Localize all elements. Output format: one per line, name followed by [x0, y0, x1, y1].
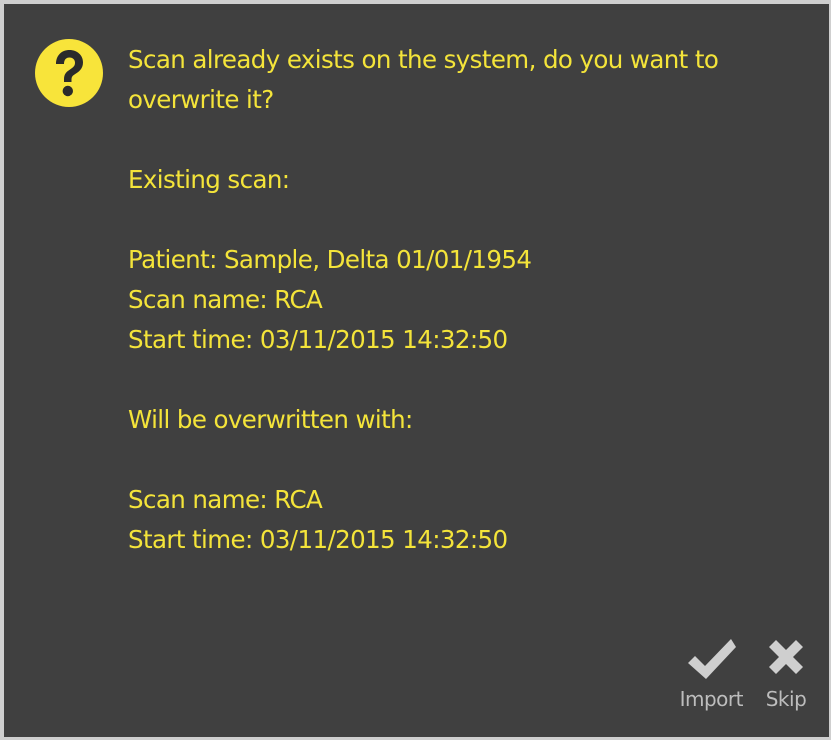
existing-patient: Patient: Sample, Delta 01/01/1954: [128, 245, 532, 274]
new-scan-name: Scan name: RCA: [128, 485, 323, 514]
message-title-line-2: overwrite it?: [128, 85, 274, 114]
skip-label: Skip: [765, 687, 807, 711]
import-label: Import: [679, 687, 744, 711]
overwrite-scan-dialog: Scan already exists on the system, do yo…: [0, 0, 831, 740]
checkmark-icon: [685, 637, 737, 681]
close-icon: [763, 637, 809, 681]
message-title-line-1: Scan already exists on the system, do yo…: [128, 45, 719, 74]
existing-scan-name: Scan name: RCA: [128, 285, 323, 314]
new-start-time: Start time: 03/11/2015 14:32:50: [128, 525, 508, 554]
dialog-message: Scan already exists on the system, do yo…: [128, 40, 818, 560]
existing-scan-heading: Existing scan:: [128, 165, 290, 194]
import-button[interactable]: Import: [679, 637, 744, 711]
skip-button[interactable]: Skip: [763, 637, 809, 711]
existing-start-time: Start time: 03/11/2015 14:32:50: [128, 325, 508, 354]
question-icon: [35, 39, 103, 107]
new-scan-heading: Will be overwritten with:: [128, 405, 413, 434]
dialog-actions: Import Skip: [680, 637, 809, 711]
